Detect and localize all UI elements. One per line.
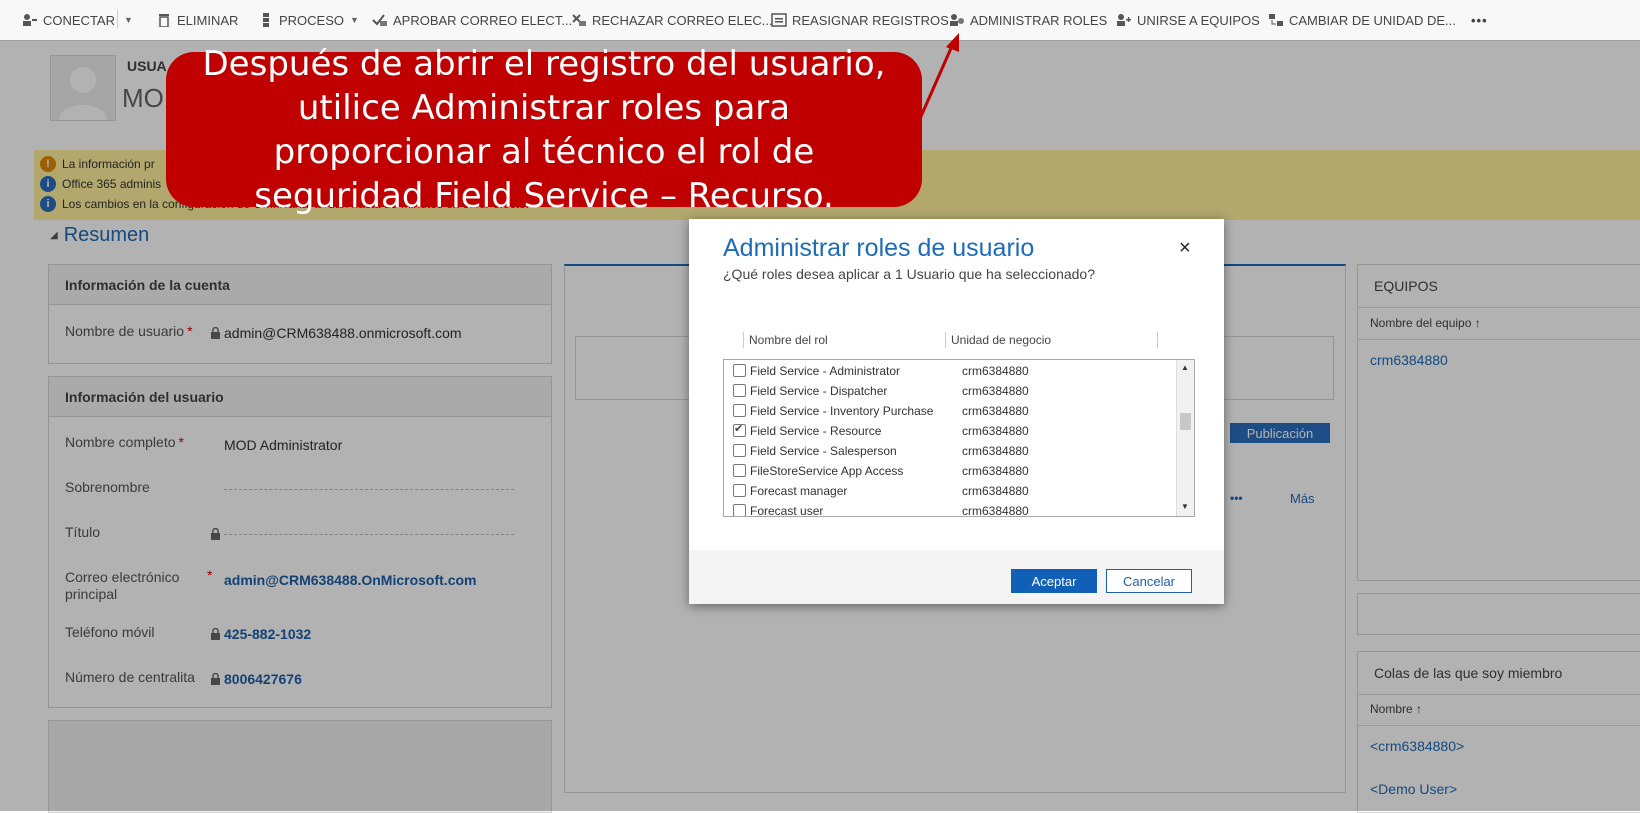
change-business-unit-button[interactable]: CAMBIAR DE UNIDAD DE... — [1268, 10, 1456, 30]
column-business-unit[interactable]: Unidad de negocio — [951, 333, 1051, 347]
command-bar: CONECTAR ▼ ELIMINAR PROCESO ▼ APROBAR CO… — [0, 0, 1640, 41]
approve-email-button[interactable]: APROBAR CORREO ELECT... — [372, 10, 572, 30]
process-icon — [258, 13, 274, 27]
scroll-up-icon[interactable]: ▲ — [1181, 363, 1189, 372]
connect-button[interactable]: CONECTAR — [22, 10, 115, 30]
close-icon[interactable]: × — [1179, 237, 1191, 260]
instruction-callout: Después de abrir el registro del usuario… — [166, 44, 922, 216]
role-checkbox[interactable] — [733, 504, 746, 516]
toolbar-divider — [117, 9, 118, 29]
more-commands-button[interactable]: ••• — [1471, 10, 1488, 30]
column-divider — [1157, 332, 1158, 348]
role-row[interactable]: Field Service - Resource crm6384880 — [724, 420, 1176, 441]
delete-button[interactable]: ELIMINAR — [156, 10, 238, 30]
accept-button[interactable]: Aceptar — [1011, 569, 1097, 593]
role-row[interactable]: Forecast user crm6384880 — [724, 500, 1176, 516]
dialog-title: Administrar roles de usuario — [723, 234, 1035, 262]
role-row[interactable]: Field Service - Salesperson crm6384880 — [724, 440, 1176, 461]
callout-text: Después de abrir el registro del usuario… — [202, 43, 886, 216]
scroll-down-icon[interactable]: ▼ — [1181, 502, 1189, 511]
trash-icon — [156, 13, 172, 27]
column-role-name[interactable]: Nombre del rol — [749, 333, 828, 347]
reject-email-button[interactable]: RECHAZAR CORREO ELEC... — [571, 10, 773, 30]
dialog-subtitle: ¿Qué roles desea aplicar a 1 Usuario que… — [723, 266, 1096, 282]
process-button[interactable]: PROCESO ▼ — [258, 10, 359, 30]
role-checkbox[interactable] — [733, 464, 746, 477]
role-row[interactable]: Field Service - Administrator crm6384880 — [724, 360, 1176, 381]
grid-header: Nombre del rol Unidad de negocio — [723, 330, 1195, 350]
role-checkbox[interactable] — [733, 484, 746, 497]
grid-scrollbar[interactable]: ▲ ▼ — [1176, 360, 1194, 516]
manage-roles-dialog: Administrar roles de usuario ¿Qué roles … — [689, 219, 1224, 604]
column-divider — [743, 332, 744, 348]
join-teams-button[interactable]: UNIRSE A EQUIPOS — [1116, 10, 1260, 30]
chevron-down-icon: ▼ — [350, 15, 359, 25]
role-checkbox[interactable] — [733, 384, 746, 397]
approve-email-icon — [372, 13, 388, 27]
role-row[interactable]: Forecast manager crm6384880 — [724, 480, 1176, 501]
chevron-down-icon: ▼ — [124, 15, 133, 25]
roles-grid: Field Service - Administrator crm6384880… — [723, 359, 1195, 517]
reassign-icon — [771, 13, 787, 27]
scroll-thumb[interactable] — [1180, 413, 1191, 430]
change-unit-icon — [1268, 13, 1284, 27]
role-row[interactable]: FileStoreService App Access crm6384880 — [724, 460, 1176, 481]
role-row[interactable]: Field Service - Inventory Purchase crm63… — [724, 400, 1176, 421]
column-divider — [945, 332, 946, 348]
connect-icon — [22, 13, 38, 27]
cancel-button[interactable]: Cancelar — [1106, 569, 1192, 593]
role-checkbox[interactable] — [733, 444, 746, 457]
manage-roles-icon — [949, 13, 965, 27]
manage-roles-button[interactable]: ADMINISTRAR ROLES — [949, 10, 1107, 30]
connect-dropdown[interactable]: ▼ — [124, 10, 133, 30]
role-checkbox[interactable] — [733, 422, 746, 437]
reassign-records-button[interactable]: REASIGNAR REGISTROS — [771, 10, 949, 30]
role-row[interactable]: Field Service - Dispatcher crm6384880 — [724, 380, 1176, 401]
join-teams-icon — [1116, 13, 1132, 27]
role-checkbox[interactable] — [733, 364, 746, 377]
role-checkbox[interactable] — [733, 404, 746, 417]
reject-email-icon — [571, 13, 587, 27]
